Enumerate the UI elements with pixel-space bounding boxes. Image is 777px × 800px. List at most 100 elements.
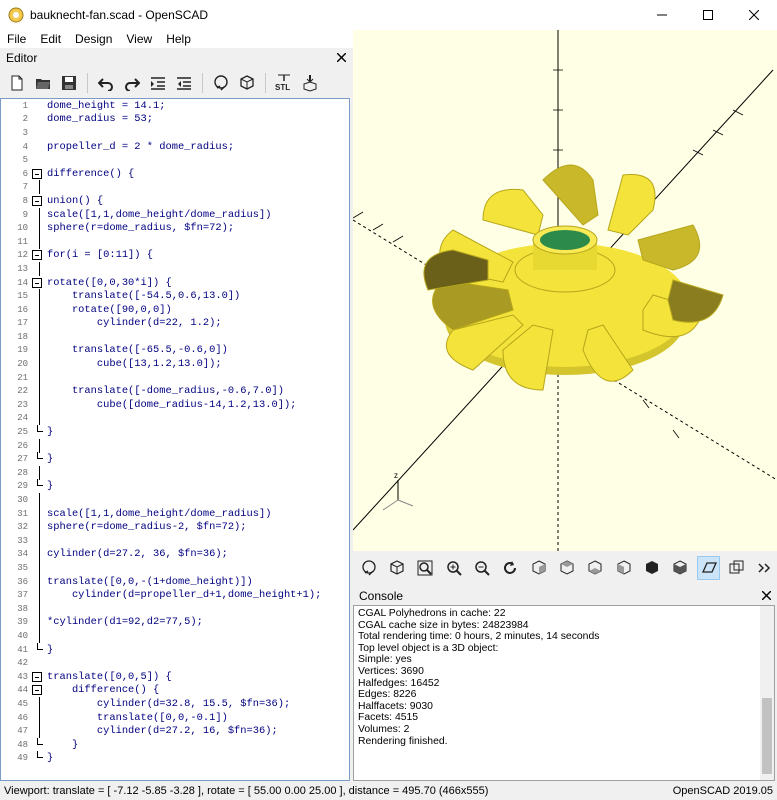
close-editor-icon[interactable] [337,53,346,62]
code-line[interactable]: 46 translate([0,0,-0.1]) [1,710,349,725]
code-line[interactable]: 3 [1,126,349,140]
view-right-button[interactable] [527,556,550,580]
console-scrollbar[interactable] [760,606,774,780]
code-line[interactable]: 41} [1,642,349,657]
view-back-button[interactable] [669,556,692,580]
code-line[interactable]: 28 [1,465,349,480]
menu-view[interactable]: View [119,32,159,46]
menu-file[interactable]: File [0,32,33,46]
view-left-button[interactable] [612,556,635,580]
code-line[interactable]: 42 [1,656,349,670]
code-line[interactable]: 6 difference() { [1,167,349,181]
preview-button[interactable] [357,556,380,580]
code-line[interactable]: 48 } [1,737,349,752]
reset-view-button[interactable] [499,556,522,580]
more-button[interactable] [754,556,777,580]
code-line[interactable]: 25} [1,425,349,439]
fold-toggle-icon[interactable] [31,195,43,207]
code-line[interactable]: 13 [1,261,349,276]
fold-guide [31,547,43,562]
code-line[interactable]: 49} [1,751,349,766]
code-line[interactable]: 43 translate([0,0,5]) { [1,670,349,684]
code-line[interactable]: 18 [1,329,349,344]
zoom-in-button[interactable] [442,556,465,580]
code-line[interactable]: 4 propeller_d = 2 * dome_radius; [1,140,349,154]
code-line[interactable]: 22 translate([-dome_radius,-0.6,7.0]) [1,384,349,399]
fold-toggle-icon[interactable] [31,249,43,261]
undo-button[interactable] [95,72,117,94]
fold-toggle-icon[interactable] [31,277,43,289]
code-line[interactable]: 7 [1,180,349,195]
fold-toggle-icon[interactable] [31,684,43,696]
unindent-button[interactable] [173,72,195,94]
view-bottom-button[interactable] [584,556,607,580]
orthogonal-button[interactable] [725,556,748,580]
code-line[interactable]: 27} [1,452,349,466]
open-file-button[interactable] [32,72,54,94]
minimize-button[interactable] [639,0,685,30]
code-line[interactable]: 31 scale([1,1,dome_height/dome_radius]) [1,506,349,521]
close-console-icon[interactable] [762,591,771,600]
code-line[interactable]: 24 [1,411,349,426]
code-line[interactable]: 1 dome_height = 14.1; [1,99,349,113]
code-line[interactable]: 36 translate([0,0,-(1+dome_height)]) [1,574,349,589]
menu-help[interactable]: Help [159,32,198,46]
close-button[interactable] [731,0,777,30]
code-line[interactable]: 44 difference() { [1,684,349,698]
indent-button[interactable] [147,72,169,94]
code-line[interactable]: 32 sphere(r=dome_radius-2, $fn=72); [1,520,349,535]
code-line[interactable]: 9 scale([1,1,dome_height/dome_radius]) [1,207,349,222]
zoom-out-button[interactable] [470,556,493,580]
send-to-print-button[interactable] [299,72,321,94]
code-line[interactable]: 12 for(i = [0:11]) { [1,249,349,263]
preview-button[interactable] [210,72,232,94]
new-file-button[interactable] [6,72,28,94]
perspective-button[interactable] [696,556,721,580]
code-line[interactable]: 33 [1,533,349,548]
fold-toggle-icon[interactable] [31,168,43,180]
code-line[interactable]: 10 sphere(r=dome_radius, $fn=72); [1,221,349,236]
code-line[interactable]: 34 cylinder(d=27.2, 36, $fn=36); [1,547,349,562]
code-line[interactable]: 26 [1,438,349,453]
code-line[interactable]: 20 cube([13,1.2,13.0]); [1,357,349,372]
code-line[interactable]: 19 translate([-65.5,-0.6,0]) [1,343,349,358]
view-front-button[interactable] [640,556,663,580]
code-line[interactable]: 30 [1,493,349,508]
view-top-button[interactable] [555,556,578,580]
code-editor[interactable]: 1 dome_height = 14.1; 2 dome_radius = 53; 3 4… [0,98,350,781]
save-button[interactable] [58,72,80,94]
code-line[interactable]: 38 [1,601,349,616]
code-line[interactable]: 11 [1,234,349,249]
code-line[interactable]: 15 translate([-54.5,0.6,13.0]) [1,289,349,304]
maximize-button[interactable] [685,0,731,30]
code-line[interactable]: 5 [1,153,349,167]
code-line[interactable]: 40 [1,628,349,643]
code-line[interactable]: 39 *cylinder(d1=92,d2=77,5); [1,615,349,630]
redo-button[interactable] [121,72,143,94]
code-line[interactable]: 29} [1,479,349,494]
render-button[interactable] [236,72,258,94]
fold-toggle-icon[interactable] [31,671,43,683]
code-line[interactable]: 37 cylinder(d=propeller_d+1,dome_height+… [1,588,349,603]
code-line[interactable]: 17 cylinder(d=22, 1.2); [1,316,349,331]
console-scroll-thumb[interactable] [762,698,772,774]
code-line[interactable]: 35 [1,560,349,575]
code-line[interactable]: 45 cylinder(d=32.8, 15.5, $fn=36); [1,696,349,711]
code-line[interactable]: 16 rotate([90,0,0]) [1,302,349,317]
zoom-all-button[interactable] [414,556,437,580]
line-number: 45 [17,698,28,709]
render-button[interactable] [385,556,408,580]
code-line[interactable]: 8 union() { [1,194,349,208]
menu-edit[interactable]: Edit [33,32,68,46]
export-stl-button[interactable]: STL [273,72,295,94]
menu-design[interactable]: Design [68,32,119,46]
code-line[interactable]: 23 cube([dome_radius-14,1.2,13.0]); [1,397,349,412]
3d-viewport[interactable]: z [353,30,777,551]
console-output[interactable]: CGAL Polyhedrons in cache: 22 CGAL cache … [353,605,775,781]
code-line[interactable]: 21 [1,370,349,385]
code-line[interactable]: 2 dome_radius = 53; [1,113,349,127]
code-line[interactable]: 14 rotate([0,0,30*i]) { [1,276,349,290]
line-number: 20 [17,359,28,370]
code-line[interactable]: 47 cylinder(d=27.2, 16, $fn=36); [1,724,349,739]
fold-guide [31,493,43,508]
